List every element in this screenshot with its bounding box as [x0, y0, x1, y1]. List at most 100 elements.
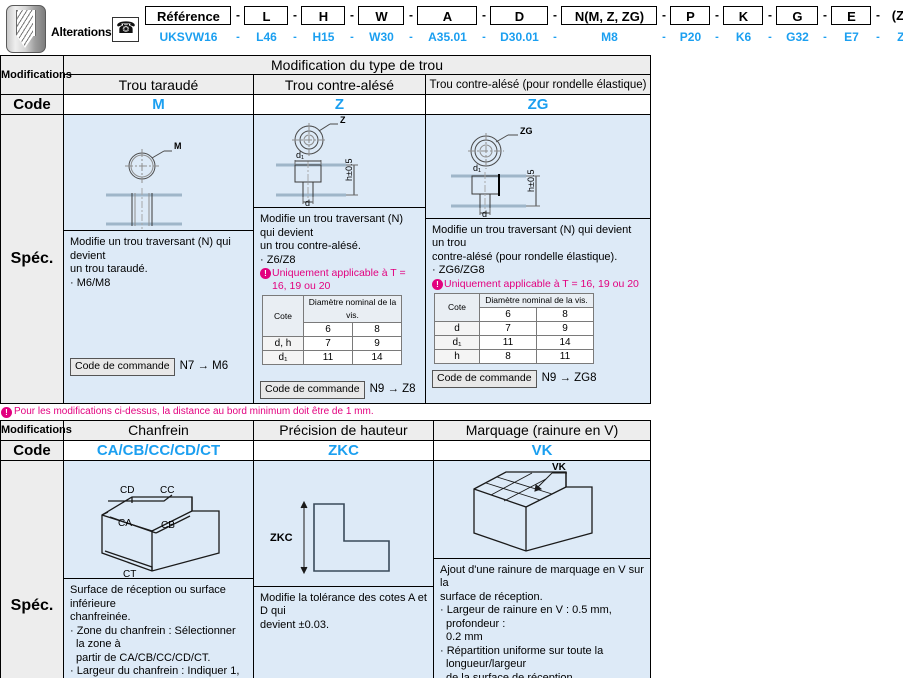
code-value-d: D30.01 — [500, 30, 539, 44]
code-value-zkc: ZKC — [897, 30, 903, 44]
code-label-a: A — [417, 5, 478, 25]
table1-code-row: Code M Z ZG — [0, 94, 652, 115]
mini-row-label: d₁ — [434, 335, 480, 351]
code-value-g: G32 — [786, 30, 809, 44]
spec-line: chanfreinée. — [70, 611, 131, 623]
code-label-l: L — [244, 5, 289, 25]
alterations-page: Alterations ☎ Référence - L - H - W - A … — [0, 0, 903, 678]
column-title-v-groove-marking: Marquage (rainure en V) — [433, 419, 651, 441]
footnote-text: Pour les modifications ci-dessus, la dis… — [14, 406, 374, 417]
order-code-counterbored-spring-washer: Code de commande N9 → ZG8 — [432, 370, 644, 388]
part-code-values-row: UKSVW16 - L46 - H15 - W30 - A35.01 - D30… — [145, 27, 903, 47]
warning-icon: ! — [1, 406, 12, 418]
code-value-m: M — [63, 94, 254, 115]
code-value-vk: VK — [433, 439, 651, 461]
row-label-modifications: Modifications — [0, 55, 72, 95]
code-value-reference: UKSVW16 — [159, 30, 218, 44]
code-label-e: E — [831, 5, 872, 25]
code-value-z: Z — [253, 94, 426, 115]
svg-text:d: d — [305, 198, 310, 206]
phone-alterations-icon: ☎ — [112, 17, 140, 42]
mini-cell: 14 — [352, 350, 402, 365]
row-label-code: Code — [0, 439, 64, 461]
figure-counterbored-hole: Z d₁ d h±0.5 — [254, 115, 425, 208]
row-label-modifications: Modifications — [0, 419, 72, 441]
spec-line: · Z6/Z8 — [260, 253, 296, 266]
order-code-value: N7 → M6 — [179, 360, 229, 372]
figure-height-precision: ZKC — [254, 488, 433, 587]
order-code-counterbored-hole: Code de commande N9 → Z8 — [260, 381, 419, 399]
row-label-spec: Spéc. — [0, 114, 64, 404]
table2-column-header-row: Modifications Chanfrein Précision de hau… — [0, 419, 651, 441]
mini-size: 6 — [303, 322, 353, 337]
code-separator: - — [661, 8, 666, 22]
column-title-chamfer: Chanfrein — [63, 419, 254, 441]
code-label-h: H — [301, 5, 346, 25]
spec-line: · Largeur du chanfrein : Indiquer 1, 3, … — [70, 665, 240, 677]
surface-modification-table: Modifications Chanfrein Précision de hau… — [0, 419, 651, 678]
code-separator: - — [408, 8, 413, 22]
mini-row: d, h 7 9 — [262, 336, 402, 351]
spec-line: Surface de réception ou surface inférieu… — [70, 584, 226, 610]
value-separator: - — [236, 31, 240, 43]
code-label-p: P — [670, 5, 711, 25]
svg-text:M: M — [174, 141, 182, 151]
part-code-header: Alterations ☎ Référence - L - H - W - A … — [0, 0, 903, 55]
svg-text:d₁: d₁ — [296, 150, 304, 160]
spec-line: 0.2 mm — [446, 631, 483, 643]
code-label-reference: Référence — [145, 5, 232, 25]
spec-cell-counterbored-spring-washer: ZG d₁ d h±0.5 Modifie un trou traversant… — [424, 114, 652, 404]
code-label-k: K — [723, 5, 764, 25]
value-separator: - — [823, 31, 827, 43]
code-separator: - — [822, 8, 827, 22]
mini-row-label: h — [434, 349, 480, 365]
code-value-p: P20 — [679, 30, 702, 44]
code-separator: - — [235, 8, 240, 22]
order-code-tapped-hole: Code de commande N7 → M6 — [70, 358, 247, 376]
code-label-g: G — [776, 5, 819, 25]
spec-cell-chamfer: CD CC CA CB CT Surface de réception ou s… — [63, 459, 254, 678]
mini-span-header: Diamètre nominal de la vis. — [479, 293, 594, 309]
value-separator: - — [662, 31, 666, 43]
code-label-w: W — [358, 5, 405, 25]
spec-line: · ZG6/ZG8 — [432, 264, 485, 277]
row-label-code: Code — [0, 94, 64, 115]
code-separator: - — [292, 8, 297, 22]
value-separator: - — [293, 31, 297, 43]
mini-size: 6 — [479, 307, 537, 323]
code-separator: - — [714, 8, 719, 22]
mini-span-header: Diamètre nominal de la vis. — [303, 295, 402, 323]
spec-text-counterbored-spring-washer: Modifie un trou traversant (N) qui devie… — [426, 219, 650, 392]
code-separator: - — [481, 8, 486, 22]
value-separator: - — [409, 31, 413, 43]
row-label-spec: Spéc. — [0, 459, 64, 678]
warning-icon: ! — [260, 268, 271, 279]
warning-counterbored-hole: ! Uniquement applicable à T = 16, 19 ou … — [260, 267, 419, 292]
code-separator: - — [875, 8, 880, 22]
svg-text:d₁: d₁ — [473, 163, 481, 173]
value-separator: - — [482, 31, 486, 43]
mini-table-counterbored-spring-washer: Cote Diamètre nominal de la vis. 6 8 d 7… — [434, 293, 594, 365]
code-separator: - — [552, 8, 557, 22]
mini-row-label: d, h — [262, 336, 304, 351]
mini-corner-label: Cote — [262, 295, 304, 337]
part-code-labels-row: Référence - L - H - W - A - D - N(M, Z, … — [145, 3, 903, 27]
spec-line: · Zone du chanfrein : Sélectionner la zo… — [70, 624, 236, 651]
spec-text-tapped-hole: Modifie un trou traversant (N) qui devie… — [64, 231, 253, 380]
spec-cell-height-precision: ZKC Modifie la tolérance des cotes A et … — [253, 459, 434, 678]
svg-text:h±0.5: h±0.5 — [526, 169, 536, 191]
mini-row: d₁ 11 14 — [434, 335, 594, 351]
order-code-label: Code de commande — [432, 370, 537, 388]
warning-text: Uniquement applicable à T = 16, 19 ou 20 — [272, 267, 406, 292]
spec-line: Modifie un trou traversant (N) qui devie… — [432, 223, 632, 250]
value-separator: - — [553, 31, 557, 43]
spec-line: Modifie un trou traversant (N) qui devie… — [70, 236, 231, 262]
hole-modification-table: Modifications Modification du type de tr… — [0, 55, 652, 404]
mini-table-counterbored-hole: Cote Diamètre nominal de la vis. 6 8 d, … — [262, 295, 402, 365]
spec-text-counterbored-hole: Modifie un trou traversant (N) qui devie… — [254, 208, 425, 403]
drill-bit-icon — [6, 5, 46, 53]
code-value-w: W30 — [369, 30, 394, 44]
order-code-value: N9 → Z8 — [369, 383, 416, 395]
mini-cell: 7 — [303, 336, 353, 351]
spec-line: partir de CA/CB/CC/CD/CT. — [76, 651, 211, 664]
